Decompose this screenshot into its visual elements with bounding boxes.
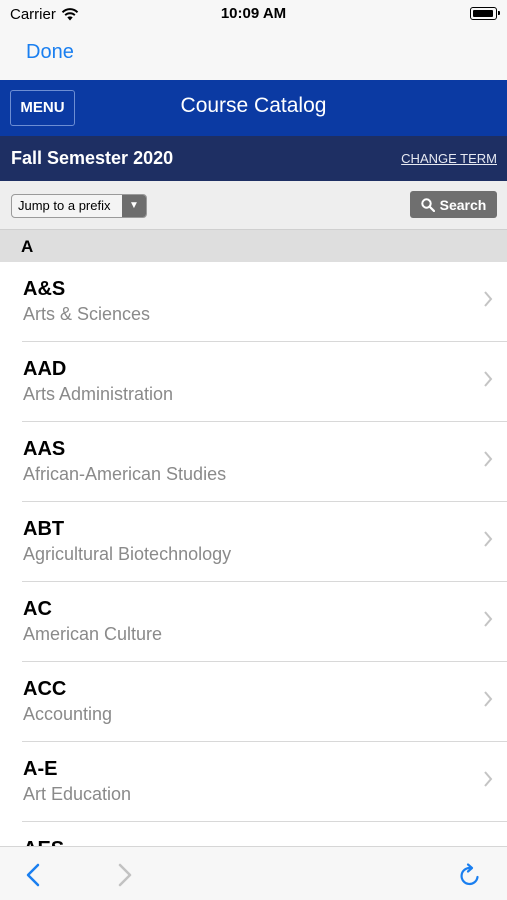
forward-arrow-icon[interactable]	[117, 863, 133, 887]
chevron-right-icon	[484, 691, 493, 707]
reload-icon[interactable]	[458, 862, 482, 888]
chevron-right-icon	[484, 531, 493, 547]
search-icon	[420, 197, 435, 212]
app-header: MENU Course Catalog	[0, 80, 507, 136]
list-item[interactable]: ABT Agricultural Biotechnology	[22, 502, 507, 582]
term-bar: Fall Semester 2020 CHANGE TERM	[0, 136, 507, 181]
course-prefix: AES	[23, 838, 64, 846]
course-prefix: AC	[23, 598, 52, 620]
course-list: A&S Arts & Sciences AAD Arts Administrat…	[0, 262, 507, 846]
term-title: Fall Semester 2020	[11, 148, 174, 168]
course-name: Art Education	[23, 784, 132, 804]
catalog-toolbar: Jump to a prefix ▼ Search	[0, 181, 507, 229]
course-prefix: A-E	[23, 758, 58, 780]
jump-select-label: Jump to a prefix	[18, 198, 111, 213]
list-item[interactable]: AAS African-American Studies	[22, 422, 507, 502]
list-item[interactable]: AES	[22, 822, 507, 846]
course-name: Agricultural Biotechnology	[23, 544, 232, 564]
browser-toolbar	[0, 846, 507, 900]
jump-to-prefix-select[interactable]: Jump to a prefix ▼	[11, 194, 147, 218]
chevron-right-icon	[484, 611, 493, 627]
course-prefix: AAD	[23, 358, 67, 380]
chevron-right-icon	[484, 291, 493, 307]
chevron-right-icon	[484, 771, 493, 787]
course-prefix: A&S	[23, 278, 66, 300]
section-letter: A	[21, 237, 34, 256]
status-bar: Carrier 10:09 AM	[0, 0, 507, 30]
status-time: 10:09 AM	[220, 5, 287, 22]
course-prefix: ABT	[23, 518, 65, 540]
navigation-bar: Done	[0, 30, 507, 80]
page-title: Course Catalog	[180, 94, 327, 117]
chevron-right-icon	[484, 371, 493, 387]
course-name: Accounting	[23, 704, 113, 724]
search-label: Search	[439, 196, 487, 213]
dropdown-arrow-icon: ▼	[122, 195, 146, 217]
list-item[interactable]: ACC Accounting	[22, 662, 507, 742]
back-arrow-icon[interactable]	[25, 863, 41, 887]
list-item[interactable]: A&S Arts & Sciences	[22, 262, 507, 342]
course-name: Arts Administration	[23, 384, 174, 404]
section-header: A	[0, 229, 507, 262]
list-item[interactable]: AAD Arts Administration	[22, 342, 507, 422]
list-item[interactable]: AC American Culture	[22, 582, 507, 662]
course-name: African-American Studies	[23, 464, 227, 484]
course-name: American Culture	[23, 624, 163, 644]
change-term-link[interactable]: CHANGE TERM	[401, 151, 497, 166]
battery-icon	[470, 7, 500, 20]
course-name: Arts & Sciences	[23, 304, 151, 324]
course-prefix: AAS	[23, 438, 66, 460]
list-item[interactable]: A-E Art Education	[22, 742, 507, 822]
chevron-right-icon	[484, 451, 493, 467]
done-button[interactable]: Done	[26, 41, 74, 64]
search-button[interactable]: Search	[410, 191, 497, 218]
course-prefix: ACC	[23, 678, 67, 700]
